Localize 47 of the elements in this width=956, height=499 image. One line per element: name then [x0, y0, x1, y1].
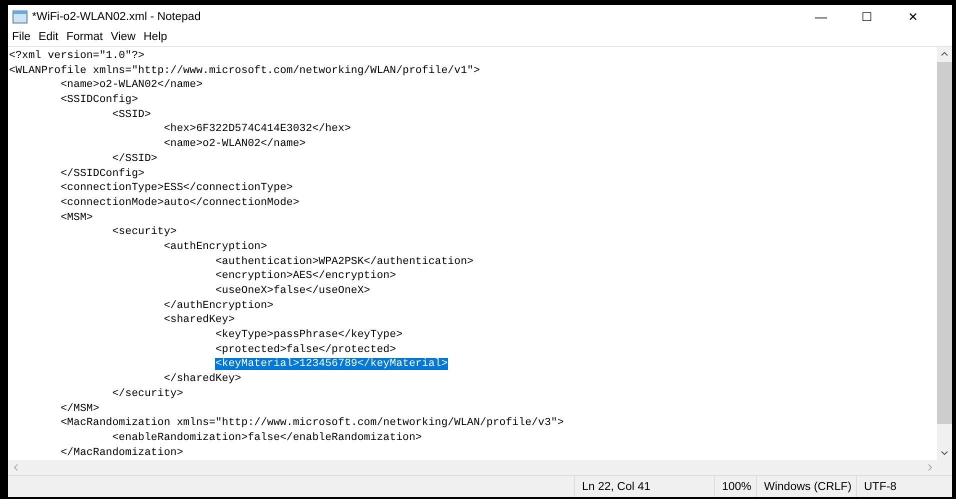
code-line: <MacRandomization xmlns="http://www.microsoft.com/networking/WLAN/profile/v3"> [60, 417, 564, 430]
code-line: <hex>6F322D574C414E3032</hex> [164, 123, 351, 136]
code-line: </MacRandomization> [60, 446, 184, 459]
code-line: <authEncryption> [164, 240, 268, 253]
code-line: <name>o2-WLAN02</name> [60, 79, 203, 92]
menu-item[interactable]: File [8, 28, 35, 46]
text-encoding: UTF-8 [864, 480, 897, 492]
code-line: <enableRandomization>false</enableRandomization> [112, 432, 422, 444]
code-line: <SSID> [112, 108, 151, 121]
code-line: </sharedKey> [164, 373, 242, 386]
menu-item[interactable]: Help [140, 28, 172, 46]
notepad-icon [12, 10, 28, 24]
window-title: *WiFi-o2-WLAN02.xml - Notepad [32, 10, 202, 22]
scroll-right-icon[interactable] [928, 464, 932, 471]
code-line: <useOneX>false</useOneX> [215, 285, 370, 297]
minimize-button[interactable]: — [798, 5, 844, 28]
code-line: </authEncryption> [164, 300, 274, 312]
code-line: <encryption>AES</encryption> [215, 270, 396, 282]
code-line: <security> [112, 226, 177, 238]
horizontal-scrollbar[interactable] [8, 460, 952, 475]
code-line: <connectionType>ESS</connectionType> [60, 182, 293, 194]
scroll-down-icon[interactable] [941, 451, 948, 455]
code-line: </SSID> [112, 152, 158, 165]
vertical-scrollbar[interactable] [937, 47, 952, 460]
line-ending: Windows (CRLF) [764, 480, 852, 492]
menu-item[interactable]: Edit [34, 28, 62, 46]
scroll-up-icon[interactable] [941, 52, 948, 56]
code-line: <?xml version="1.0"?> [9, 50, 144, 62]
zoom-level: 100% [722, 480, 752, 492]
cursor-position: Ln 22, Col 41 [582, 480, 650, 492]
code-line: <connectionMode>auto</connectionMode> [60, 196, 300, 209]
code-line: </SSIDConfig> [60, 168, 144, 180]
code-line: <name>o2-WLAN02</name> [164, 138, 306, 150]
code-line: </MSM> [60, 402, 100, 414]
code-line: <authentication>WPA2PSK</authentication> [215, 256, 474, 268]
code-line: <WLANProfile xmlns="http://www.microsoft.com/networking/WLAN/profile/v1"> [9, 64, 480, 77]
code-line: <keyType>passPhrase</keyType> [215, 329, 403, 342]
maximize-button[interactable]: ☐ [844, 5, 890, 28]
menu-item[interactable]: Format [62, 28, 107, 46]
menu-item[interactable]: View [106, 28, 140, 46]
close-button[interactable]: ✕ [890, 5, 936, 28]
scroll-left-icon[interactable] [14, 464, 18, 471]
code-line: <protected>false</protected> [215, 344, 396, 356]
code-line: <MSM> [60, 212, 93, 224]
code-line: </security> [112, 388, 184, 400]
code-line: <sharedKey> [164, 314, 235, 326]
code-line: <SSIDConfig> [60, 94, 138, 106]
